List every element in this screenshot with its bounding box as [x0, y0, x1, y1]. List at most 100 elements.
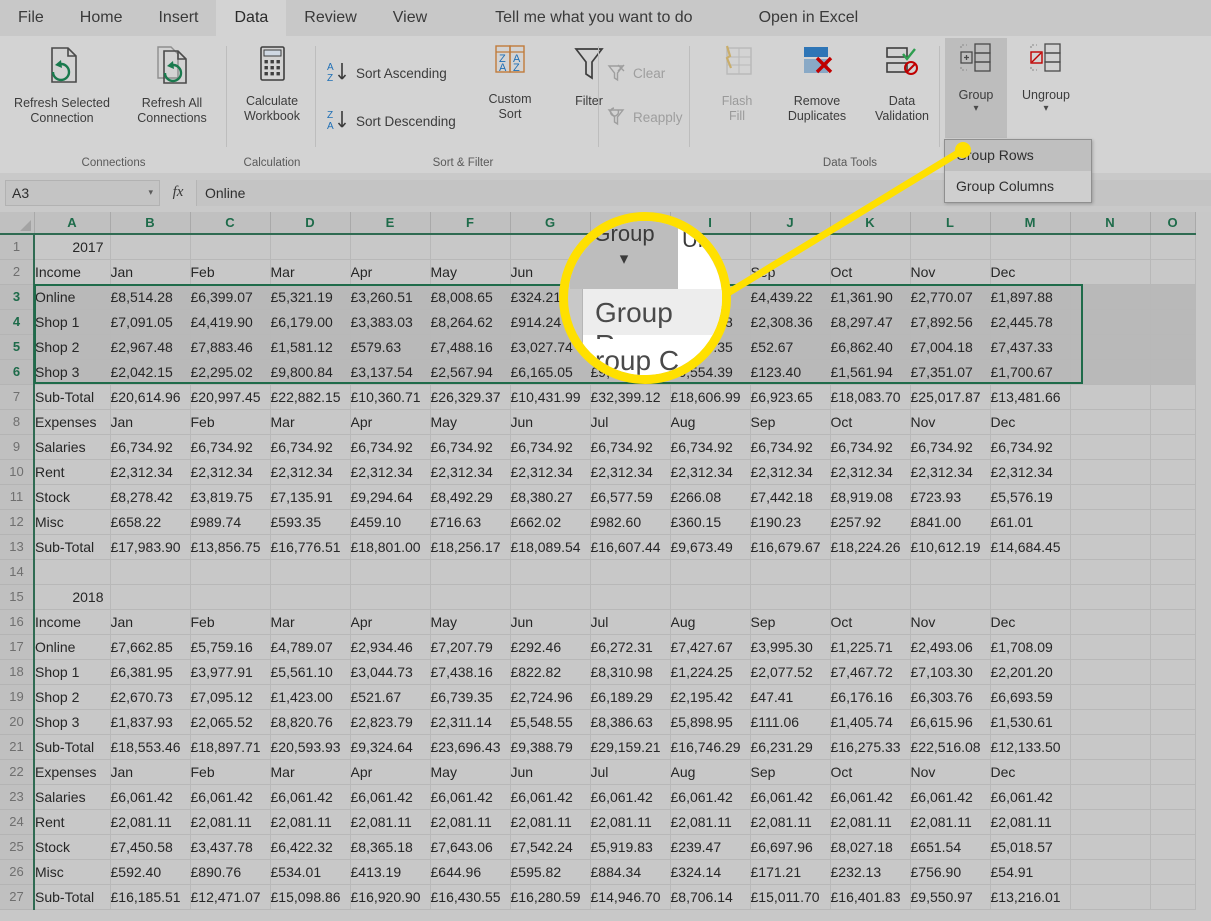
cell-C15[interactable] [190, 584, 271, 610]
cell-J10[interactable]: £2,312.34 [750, 459, 831, 485]
cell-M27[interactable]: £13,216.01 [990, 884, 1071, 910]
cell-C13[interactable]: £13,856.75 [190, 534, 271, 560]
cell-H12[interactable]: £982.60 [590, 509, 671, 535]
row-header-27[interactable]: 27 [0, 884, 35, 910]
row-header-4[interactable]: 4 [0, 309, 35, 335]
column-header-d[interactable]: D [270, 212, 351, 235]
cell-C27[interactable]: £12,471.07 [190, 884, 271, 910]
cell-B18[interactable]: £6,381.95 [110, 659, 191, 685]
cell-I16[interactable]: Aug [670, 609, 751, 635]
cell-G7[interactable]: £10,431.99 [510, 384, 591, 410]
cell-E4[interactable]: £3,383.03 [350, 309, 431, 335]
sort-ascending-button[interactable]: A Z Sort Ascending [327, 60, 447, 87]
cell-M15[interactable] [990, 584, 1071, 610]
cell-J18[interactable]: £2,077.52 [750, 659, 831, 685]
cell-F24[interactable]: £2,081.11 [430, 809, 511, 835]
cell-E11[interactable]: £9,294.64 [350, 484, 431, 510]
cell-E26[interactable]: £413.19 [350, 859, 431, 885]
cell-D26[interactable]: £534.01 [270, 859, 351, 885]
row-header-25[interactable]: 25 [0, 834, 35, 860]
cell-N2[interactable] [1070, 259, 1151, 285]
cell-D11[interactable]: £7,135.91 [270, 484, 351, 510]
row-header-2[interactable]: 2 [0, 259, 35, 285]
tab-review[interactable]: Review [286, 0, 374, 36]
row-header-14[interactable]: 14 [0, 559, 35, 585]
cell-O10[interactable] [1150, 459, 1196, 485]
cell-F14[interactable] [430, 559, 511, 585]
cell-N25[interactable] [1070, 834, 1151, 860]
cell-O8[interactable] [1150, 409, 1196, 435]
cell-L16[interactable]: Nov [910, 609, 991, 635]
cell-C18[interactable]: £3,977.91 [190, 659, 271, 685]
cell-K11[interactable]: £8,919.08 [830, 484, 911, 510]
cell-M4[interactable]: £2,445.78 [990, 309, 1071, 335]
cell-G27[interactable]: £16,280.59 [510, 884, 591, 910]
cell-A3[interactable]: Online [34, 284, 111, 310]
row-header-6[interactable]: 6 [0, 359, 35, 385]
cell-J19[interactable]: £47.41 [750, 684, 831, 710]
cell-A12[interactable]: Misc [34, 509, 111, 535]
cell-L7[interactable]: £25,017.87 [910, 384, 991, 410]
cell-L27[interactable]: £9,550.97 [910, 884, 991, 910]
cell-H22[interactable]: Jul [590, 759, 671, 785]
cell-L8[interactable]: Nov [910, 409, 991, 435]
cell-L12[interactable]: £841.00 [910, 509, 991, 535]
cell-F13[interactable]: £18,256.17 [430, 534, 511, 560]
cell-N27[interactable] [1070, 884, 1151, 910]
cell-K13[interactable]: £18,224.26 [830, 534, 911, 560]
cell-D19[interactable]: £1,423.00 [270, 684, 351, 710]
cell-I11[interactable]: £266.08 [670, 484, 751, 510]
refresh-all-connections-button[interactable]: Refresh All Connections [122, 42, 222, 126]
flash-fill-button[interactable]: Flash Fill [706, 42, 768, 124]
cell-F2[interactable]: May [430, 259, 511, 285]
cell-A25[interactable]: Stock [34, 834, 111, 860]
cell-I10[interactable]: £2,312.34 [670, 459, 751, 485]
cell-B21[interactable]: £18,553.46 [110, 734, 191, 760]
cell-O17[interactable] [1150, 634, 1196, 660]
cell-O25[interactable] [1150, 834, 1196, 860]
cell-C11[interactable]: £3,819.75 [190, 484, 271, 510]
column-header-m[interactable]: M [990, 212, 1071, 235]
refresh-selected-connection-button[interactable]: Refresh Selected Connection [6, 42, 118, 126]
cell-F23[interactable]: £6,061.42 [430, 784, 511, 810]
cell-M1[interactable] [990, 234, 1071, 260]
cell-D15[interactable] [270, 584, 351, 610]
cell-H13[interactable]: £16,607.44 [590, 534, 671, 560]
column-header-o[interactable]: O [1150, 212, 1196, 235]
cell-H23[interactable]: £6,061.42 [590, 784, 671, 810]
cell-N8[interactable] [1070, 409, 1151, 435]
cell-N6[interactable] [1070, 359, 1151, 385]
cell-O4[interactable] [1150, 309, 1196, 335]
clear-button[interactable]: Clear [606, 62, 665, 85]
cell-K22[interactable]: Oct [830, 759, 911, 785]
cell-C3[interactable]: £6,399.07 [190, 284, 271, 310]
cell-C6[interactable]: £2,295.02 [190, 359, 271, 385]
row-header-13[interactable]: 13 [0, 534, 35, 560]
cell-C4[interactable]: £4,419.90 [190, 309, 271, 335]
cell-G25[interactable]: £7,542.24 [510, 834, 591, 860]
row-header-26[interactable]: 26 [0, 859, 35, 885]
cell-A4[interactable]: Shop 1 [34, 309, 111, 335]
cell-C23[interactable]: £6,061.42 [190, 784, 271, 810]
column-header-f[interactable]: F [430, 212, 511, 235]
cell-L4[interactable]: £7,892.56 [910, 309, 991, 335]
cell-F7[interactable]: £26,329.37 [430, 384, 511, 410]
cell-O16[interactable] [1150, 609, 1196, 635]
cell-A14[interactable] [34, 559, 111, 585]
cell-A7[interactable]: Sub-Total [34, 384, 111, 410]
cell-E1[interactable] [350, 234, 431, 260]
row-header-22[interactable]: 22 [0, 759, 35, 785]
cell-C17[interactable]: £5,759.16 [190, 634, 271, 660]
cell-A2[interactable]: Income [34, 259, 111, 285]
cell-L24[interactable]: £2,081.11 [910, 809, 991, 835]
cell-B22[interactable]: Jan [110, 759, 191, 785]
cell-J11[interactable]: £7,442.18 [750, 484, 831, 510]
cell-A10[interactable]: Rent [34, 459, 111, 485]
cell-K15[interactable] [830, 584, 911, 610]
sort-descending-button[interactable]: Z A Sort Descending [327, 108, 456, 135]
cell-M20[interactable]: £1,530.61 [990, 709, 1071, 735]
cell-D25[interactable]: £6,422.32 [270, 834, 351, 860]
cell-B16[interactable]: Jan [110, 609, 191, 635]
cell-M14[interactable] [990, 559, 1071, 585]
cell-A5[interactable]: Shop 2 [34, 334, 111, 360]
